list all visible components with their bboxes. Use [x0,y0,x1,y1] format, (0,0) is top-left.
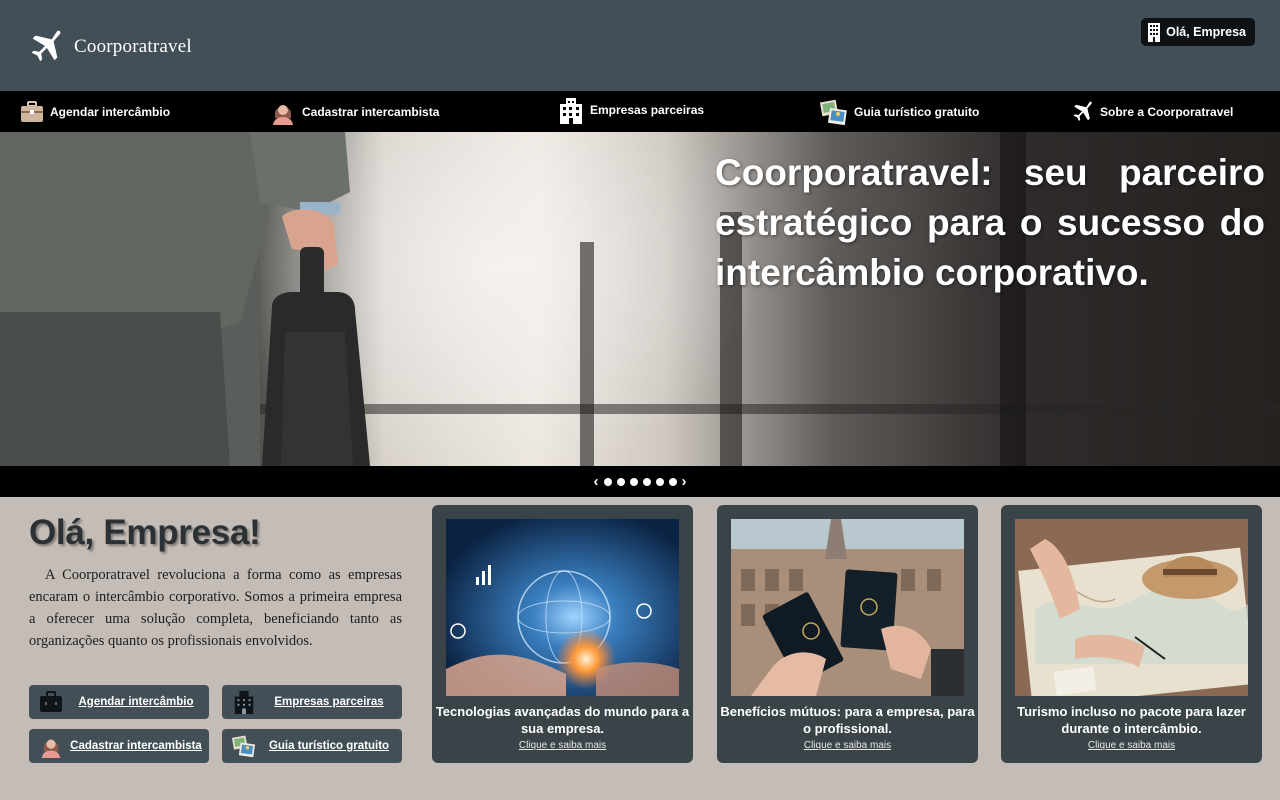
carousel-dot[interactable] [642,477,651,486]
card-image-technology [446,519,679,696]
nav-item-label: Empresas parceiras [590,102,705,117]
airplane-icon [1073,101,1092,121]
building-icon [234,690,254,714]
card-title: Benefícios mútuos: para a empresa, para … [720,704,975,736]
nav-item-label: Agendar intercâmbio [50,104,171,119]
hero-title: Coorporatravel: seu parceiro estratégico… [715,152,1265,293]
main-nav: Agendar intercâmbio Cadastrar intercambi… [0,91,1280,132]
carousel-dot[interactable] [629,477,638,486]
nav-item-cadastrar[interactable]: Cadastrar intercambista [270,91,439,132]
building-icon [1148,23,1161,42]
carousel-next-button[interactable]: › [682,474,687,489]
briefcase-icon [21,100,43,122]
hero-businessman-image [0,132,370,466]
airplane-icon [31,30,61,62]
quick-button-empresas[interactable]: Empresas parceiras [222,685,402,719]
nav-item-empresas[interactable]: Empresas parceiras [558,89,704,130]
card-link[interactable]: Clique e saiba mais [717,740,978,751]
welcome-text: A Coorporatravel revoluciona a forma com… [29,567,402,649]
photos-icon [820,99,847,125]
quick-button-label: Agendar intercâmbio [78,695,194,708]
feature-card-tecnologias[interactable]: Tecnologias avançadas do mundo para a su… [432,505,693,763]
user-badge-label: Olá, Empresa [1166,25,1246,39]
site-header: Coorporatravel Olá, Empresa [0,0,1280,91]
logo-text: Coorporatravel [74,36,192,57]
hero-railing [240,404,1280,414]
welcome-title: Olá, Empresa! [29,513,261,552]
card-image-passports [731,519,964,696]
card-link[interactable]: Clique e saiba mais [432,740,693,751]
quick-button-label: Cadastrar intercambista [70,739,202,752]
nav-item-label: Sobre a Coorporatravel [1100,104,1234,119]
nav-item-label: Cadastrar intercambista [302,104,440,119]
briefcase-icon [40,691,62,712]
carousel-prev-button[interactable]: ‹ [594,474,599,489]
photos-icon [232,735,256,758]
carousel-controls: ‹ › [0,466,1280,497]
card-link[interactable]: Clique e saiba mais [1001,740,1262,751]
site-logo[interactable]: Coorporatravel [26,28,192,66]
nav-item-guia[interactable]: Guia turístico gratuito [820,91,979,132]
carousel-dot[interactable] [668,477,677,486]
user-badge[interactable]: Olá, Empresa [1141,18,1255,46]
carousel-dot[interactable] [616,477,625,486]
feature-card-beneficios[interactable]: Benefícios mútuos: para a empresa, para … [717,505,978,763]
person-icon [41,739,61,758]
feature-card-turismo[interactable]: Turismo incluso no pacote para lazer dur… [1001,505,1262,763]
hero-banner: Coorporatravel: seu parceiro estratégico… [0,132,1280,466]
card-title: Tecnologias avançadas do mundo para a su… [435,704,690,736]
card-image-map-hat [1015,519,1248,696]
building-icon [560,97,582,124]
carousel-dot[interactable] [655,477,664,486]
nav-item-label: Guia turístico gratuito [854,104,980,119]
nav-item-agendar[interactable]: Agendar intercâmbio [20,91,170,132]
carousel-dot[interactable] [603,477,612,486]
quick-button-cadastrar[interactable]: Cadastrar intercambista [29,729,209,763]
nav-item-sobre[interactable]: Sobre a Coorporatravel [1070,91,1233,132]
quick-button-label: Guia turístico gratuito [268,739,390,752]
card-title: Turismo incluso no pacote para lazer dur… [1017,704,1246,736]
person-icon [273,104,293,125]
quick-button-agendar[interactable]: Agendar intercâmbio [29,685,209,719]
quick-button-label: Empresas parceiras [274,695,384,708]
quick-button-guia[interactable]: Guia turístico gratuito [222,729,402,763]
hero-railing-post [580,242,594,466]
